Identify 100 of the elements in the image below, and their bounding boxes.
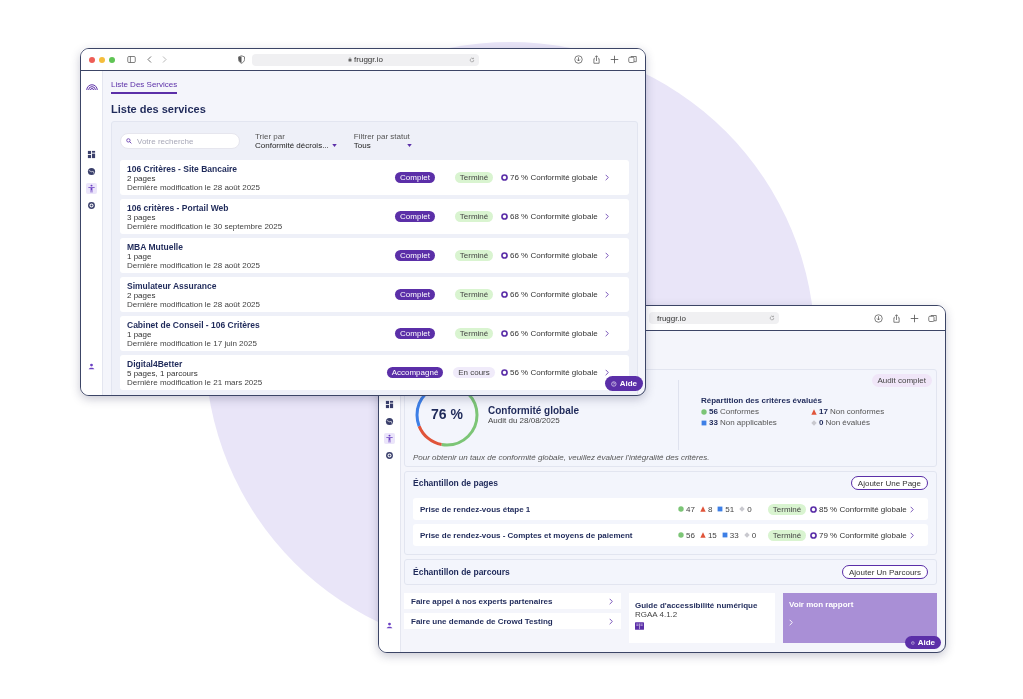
link-card[interactable]: Faire appel à nos experts partenaires bbox=[404, 593, 621, 609]
service-card[interactable]: Cabinet de Conseil - 106 Critères 1 page Dernière modification le 17 juin 2025 Complet Terminé 66 % Conformité globale bbox=[120, 316, 629, 351]
compliance-text: 56 % Conformité globale bbox=[510, 368, 598, 377]
share-icon[interactable] bbox=[892, 313, 901, 323]
page-row[interactable]: Prise de rendez-vous étape 1 47 8 51 0 Terminé 85 % Conformité globale bbox=[413, 498, 928, 520]
page-name: Prise de rendez-vous étape 1 bbox=[420, 504, 532, 514]
shield-icon[interactable] bbox=[237, 55, 246, 64]
count-value: 0 bbox=[751, 530, 757, 540]
criteria-label: Non évalués bbox=[825, 418, 870, 427]
compliance-text: 79 % Conformité globale bbox=[819, 530, 907, 540]
compliance-text: 66 % Conformité globale bbox=[510, 290, 598, 299]
count-value: 33 bbox=[729, 530, 739, 540]
service-name: Digital4Better bbox=[127, 358, 184, 369]
score-value: 76 % bbox=[431, 406, 463, 422]
status-badge: Terminé bbox=[454, 211, 494, 222]
target-icon[interactable] bbox=[384, 450, 395, 461]
offer-badge: Complet bbox=[395, 250, 435, 261]
ring-icon bbox=[501, 252, 508, 259]
status-badge: Terminé bbox=[767, 503, 807, 515]
help-button[interactable]: Aide bbox=[905, 636, 941, 649]
guide-subtitle: RGAA 4.1.2 bbox=[635, 610, 678, 619]
book-icon bbox=[635, 622, 644, 630]
globe-icon[interactable] bbox=[384, 416, 395, 427]
address-bar[interactable]: fruggr.io bbox=[649, 312, 779, 324]
report-label: Voir mon rapport bbox=[789, 600, 855, 609]
target-icon[interactable] bbox=[86, 200, 97, 211]
service-name: MBA Mutuelle bbox=[127, 241, 184, 252]
maximize-button[interactable] bbox=[109, 56, 115, 63]
compliance-text: 85 % Conformité globale bbox=[819, 504, 907, 514]
filter-dropdown[interactable]: Trier par Conformité décrois... bbox=[255, 132, 338, 150]
diamond-icon bbox=[811, 419, 817, 426]
plus-icon[interactable] bbox=[610, 55, 619, 64]
share-icon[interactable] bbox=[592, 55, 601, 64]
chevron-icon bbox=[605, 291, 609, 298]
service-card[interactable]: Simulateur Assurance 2 pages Dernière modification le 28 août 2025 Complet Terminé 66 % Conformité globale bbox=[120, 277, 629, 312]
dot-icon bbox=[678, 532, 684, 538]
page-row[interactable]: Prise de rendez-vous - Comptes et moyens de paiement 56 15 33 0 Terminé 79 % Conformité globale bbox=[413, 524, 928, 546]
download-icon[interactable] bbox=[874, 313, 883, 323]
service-card[interactable]: 106 Critères - Site Bancaire 2 pages Dernière modification le 28 août 2025 Complet Terminé 76 % Conformité globale bbox=[120, 160, 629, 195]
link-card[interactable]: Faire une demande de Crowd Testing bbox=[404, 613, 621, 629]
add-page-button[interactable]: Ajouter Une Page bbox=[850, 476, 928, 490]
page-count: 5 pages, 1 parcours bbox=[127, 368, 198, 378]
accessibility-icon[interactable] bbox=[86, 183, 97, 194]
offer-badge: Complet bbox=[395, 289, 435, 300]
chevron-icon bbox=[910, 531, 914, 539]
compliance-text: 66 % Conformité globale bbox=[510, 251, 598, 260]
criteria-label: Non applicables bbox=[719, 418, 777, 427]
ring-icon bbox=[501, 291, 508, 298]
criteria-label: Non conformes bbox=[829, 407, 885, 416]
criteria-label: Conformes bbox=[719, 407, 760, 416]
tabs-icon[interactable] bbox=[628, 55, 637, 64]
help-button[interactable]: Aide bbox=[605, 376, 643, 391]
offer-badge: Complet bbox=[395, 172, 435, 183]
plus-icon[interactable] bbox=[910, 313, 919, 323]
count-value: 47 bbox=[686, 504, 695, 514]
status-badge: Terminé bbox=[454, 250, 494, 261]
modified-date: Dernière modification le 17 juin 2025 bbox=[127, 338, 258, 348]
lock-icon bbox=[348, 57, 353, 62]
audit-date: Audit du 28/08/2025 bbox=[488, 416, 561, 425]
address-bar[interactable]: fruggr.io bbox=[252, 53, 479, 66]
tabs-icon[interactable] bbox=[928, 313, 937, 323]
modified-date: Dernière modification le 30 septembre 2025 bbox=[127, 221, 284, 231]
download-icon[interactable] bbox=[574, 55, 583, 64]
compliance-text: 68 % Conformité globale bbox=[510, 212, 598, 221]
modified-date: Dernière modification le 28 août 2025 bbox=[127, 182, 261, 192]
ring-icon bbox=[501, 369, 508, 376]
count-value: 8 bbox=[707, 504, 713, 514]
compliance-title: Conformité globale bbox=[488, 405, 580, 416]
status-badge: En cours bbox=[453, 367, 495, 378]
search-field[interactable]: Votre recherche bbox=[120, 133, 240, 149]
dot-icon bbox=[701, 408, 707, 415]
add-journey-button[interactable]: Ajouter Un Parcours bbox=[841, 565, 928, 579]
section-title: Échantillon de parcours bbox=[413, 567, 510, 577]
dot-icon bbox=[678, 506, 684, 512]
offer-badge: Complet bbox=[395, 211, 435, 222]
tab[interactable]: Liste Des Services bbox=[111, 80, 178, 94]
triangle-icon bbox=[699, 506, 706, 512]
chevron-icon bbox=[605, 330, 609, 337]
diamond-icon bbox=[739, 506, 746, 512]
guide-card[interactable]: Guide d'accessibilité numérique RGAA 4.1.2 bbox=[629, 593, 775, 643]
service-card[interactable]: 106 critères - Portail Web 3 pages Dernière modification le 30 septembre 2025 Complet Terminé 68 % Conformité globale bbox=[120, 199, 629, 234]
page-count: 1 page bbox=[127, 329, 152, 339]
modified-date: Dernière modification le 28 août 2025 bbox=[127, 299, 261, 309]
dashboard-icon[interactable] bbox=[384, 399, 395, 410]
filter-dropdown[interactable]: Filtrer par statut Tous bbox=[353, 132, 413, 150]
service-card[interactable]: MBA Mutuelle 1 page Dernière modification le 28 août 2025 Complet Terminé 66 % Conformité globale bbox=[120, 238, 629, 273]
accessibility-icon[interactable] bbox=[384, 433, 395, 444]
chevron-icon bbox=[605, 252, 609, 259]
user-icon[interactable] bbox=[386, 622, 393, 629]
count-value: 17 bbox=[819, 407, 828, 416]
dashboard-icon[interactable] bbox=[86, 149, 97, 160]
close-button[interactable] bbox=[89, 56, 95, 63]
ring-icon bbox=[501, 330, 508, 337]
sidebar-icon[interactable] bbox=[127, 55, 136, 64]
globe-icon[interactable] bbox=[86, 166, 97, 177]
page-count: 1 page bbox=[127, 251, 152, 261]
service-name: Cabinet de Conseil - 106 Critères bbox=[127, 319, 261, 330]
count-value: 33 bbox=[709, 418, 718, 427]
user-icon[interactable] bbox=[88, 363, 95, 370]
page-count: 2 pages bbox=[127, 290, 156, 300]
